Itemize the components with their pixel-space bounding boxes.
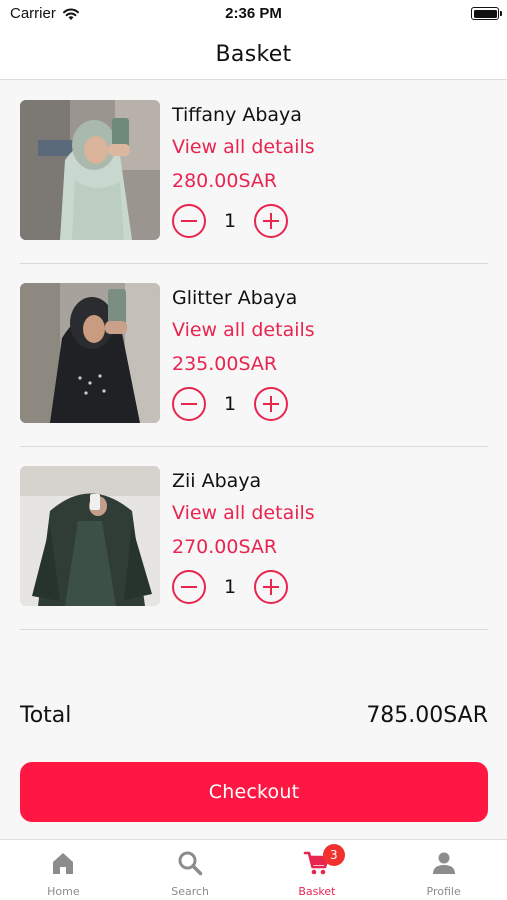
checkout-label: Checkout <box>208 781 300 803</box>
decrease-quantity-button[interactable] <box>172 204 206 238</box>
tab-profile[interactable]: Profile <box>380 840 507 900</box>
nav-bar: Basket <box>0 30 507 80</box>
checkout-button[interactable]: Checkout <box>20 762 488 822</box>
view-details-link[interactable]: View all details <box>172 136 315 158</box>
search-icon <box>178 851 203 876</box>
product-image[interactable] <box>20 466 160 606</box>
home-icon <box>53 853 74 874</box>
tab-label: Profile <box>426 885 461 898</box>
product-name: Tiffany Abaya <box>172 104 302 126</box>
status-bar: Carrier 2:36 PM <box>0 0 507 30</box>
product-image[interactable] <box>20 283 160 423</box>
quantity-value: 1 <box>223 393 237 415</box>
tab-home[interactable]: Home <box>0 840 127 900</box>
product-name: Glitter Abaya <box>172 287 298 309</box>
basket-item: Glitter Abaya View all details 235.00SAR… <box>20 263 488 447</box>
view-details-link[interactable]: View all details <box>172 319 315 341</box>
product-price: 280.00SAR <box>172 170 278 192</box>
tab-label: Home <box>47 885 80 898</box>
increase-quantity-button[interactable] <box>254 570 288 604</box>
quantity-value: 1 <box>223 210 237 232</box>
total-label: Total <box>20 703 72 728</box>
decrease-quantity-button[interactable] <box>172 387 206 421</box>
product-price: 235.00SAR <box>172 353 278 375</box>
increase-quantity-button[interactable] <box>254 387 288 421</box>
tab-basket[interactable]: 3 Basket <box>254 840 381 900</box>
decrease-quantity-button[interactable] <box>172 570 206 604</box>
tab-search[interactable]: Search <box>127 840 254 900</box>
page-title: Basket <box>215 42 292 67</box>
cart-count-badge: 3 <box>322 844 345 866</box>
order-total: Total 785.00SAR <box>20 703 488 728</box>
increase-quantity-button[interactable] <box>254 204 288 238</box>
tab-bar: Home Search 3 Basket Profile <box>0 839 507 900</box>
total-value: 785.00SAR <box>366 703 488 728</box>
tab-label: Search <box>171 885 210 898</box>
product-name: Zii Abaya <box>172 470 262 492</box>
quantity-stepper: 1 <box>172 204 288 238</box>
basket-item: Tiffany Abaya View all details 280.00SAR… <box>20 80 488 264</box>
battery-icon <box>471 7 502 20</box>
tab-label: Basket <box>298 885 336 898</box>
quantity-value: 1 <box>223 576 237 598</box>
quantity-stepper: 1 <box>172 570 288 604</box>
product-image[interactable] <box>20 100 160 240</box>
person-icon <box>432 852 455 874</box>
quantity-stepper: 1 <box>172 387 288 421</box>
clock: 2:36 PM <box>225 5 282 22</box>
view-details-link[interactable]: View all details <box>172 502 315 524</box>
product-price: 270.00SAR <box>172 536 278 558</box>
basket-item: Zii Abaya View all details 270.00SAR 1 <box>20 446 488 630</box>
